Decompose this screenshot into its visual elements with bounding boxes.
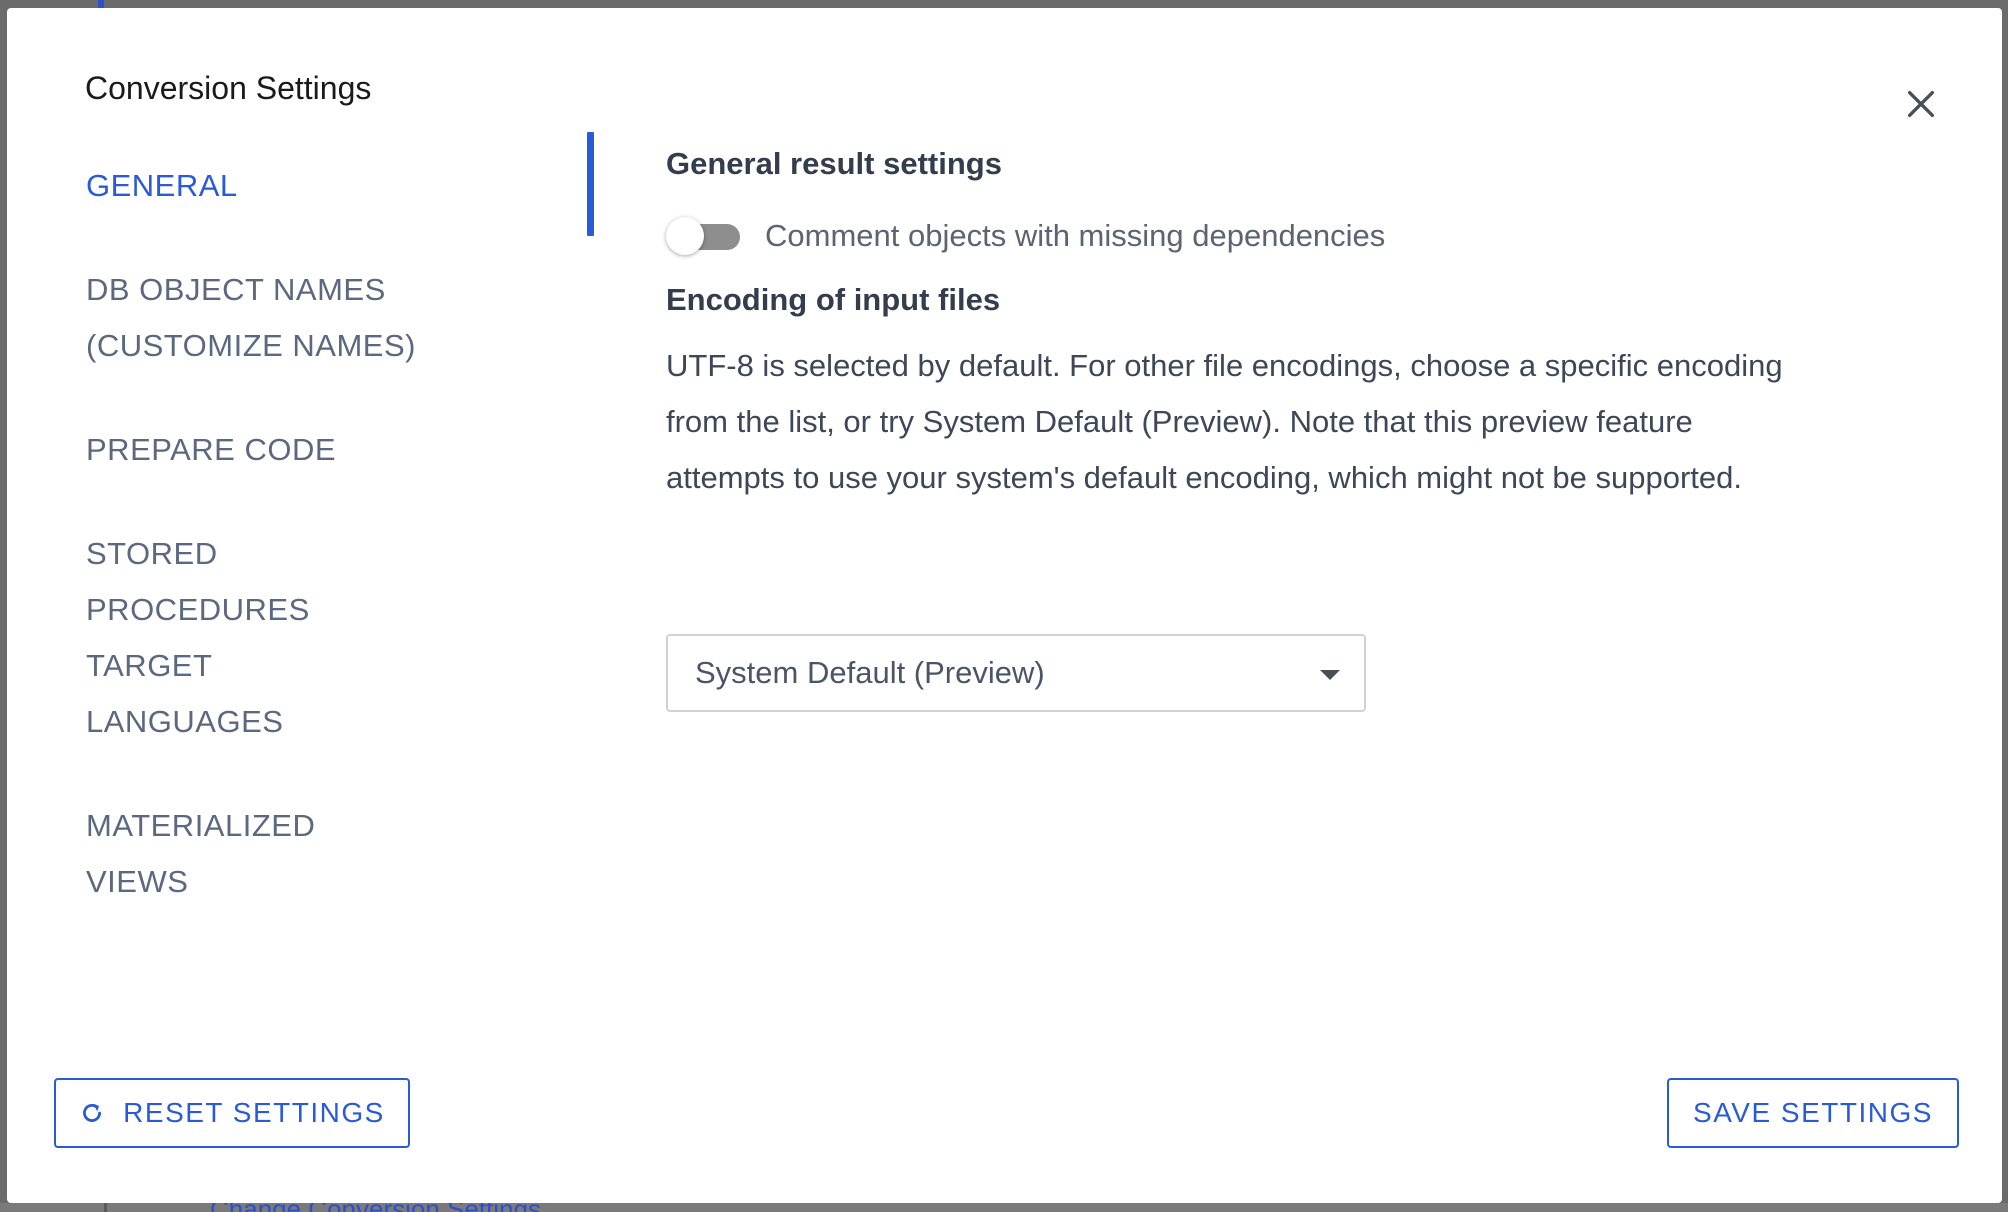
general-settings-heading: General result settings	[666, 146, 1002, 181]
chevron-down-icon	[1320, 670, 1340, 680]
save-settings-label: SAVE SETTINGS	[1693, 1097, 1933, 1128]
encoding-select-value: System Default (Preview)	[695, 655, 1045, 690]
conversion-settings-dialog: Conversion Settings GENERAL DB OBJECT NA…	[7, 8, 2002, 1203]
nav-item-db-object-names[interactable]: DB OBJECT NAMES (CUSTOMIZE NAMES)	[86, 262, 416, 374]
nav-item-prepare-code[interactable]: PREPARE CODE	[86, 422, 426, 478]
toggle-label: Comment objects with missing dependencie…	[765, 218, 1386, 253]
nav-active-indicator	[587, 132, 594, 236]
toggle-row: Comment objects with missing dependencie…	[666, 214, 1846, 258]
close-button[interactable]	[1897, 80, 1945, 128]
comment-missing-deps-toggle[interactable]	[666, 216, 742, 256]
refresh-icon	[79, 1100, 105, 1126]
encoding-select[interactable]: System Default (Preview)	[666, 634, 1366, 712]
settings-nav: GENERAL DB OBJECT NAMES (CUSTOMIZE NAMES…	[86, 158, 506, 910]
close-icon	[1904, 87, 1938, 121]
save-settings-button[interactable]: SAVE SETTINGS	[1667, 1078, 1959, 1148]
nav-item-materialized-views[interactable]: MATERIALIZED VIEWS	[86, 798, 346, 910]
reset-settings-label: RESET SETTINGS	[123, 1097, 385, 1128]
nav-item-stored-procedures[interactable]: STORED PROCEDURES TARGET LANGUAGES	[86, 526, 346, 750]
background-accent-line	[98, 0, 104, 8]
encoding-description: UTF-8 is selected by default. For other …	[666, 348, 1783, 495]
reset-settings-button[interactable]: RESET SETTINGS	[54, 1078, 410, 1148]
nav-item-general[interactable]: GENERAL	[86, 158, 426, 214]
toggle-knob	[666, 217, 704, 255]
encoding-heading: Encoding of input files	[666, 282, 1001, 317]
settings-content: General result settings Comment objects …	[666, 144, 1846, 744]
dialog-title: Conversion Settings	[85, 70, 372, 106]
